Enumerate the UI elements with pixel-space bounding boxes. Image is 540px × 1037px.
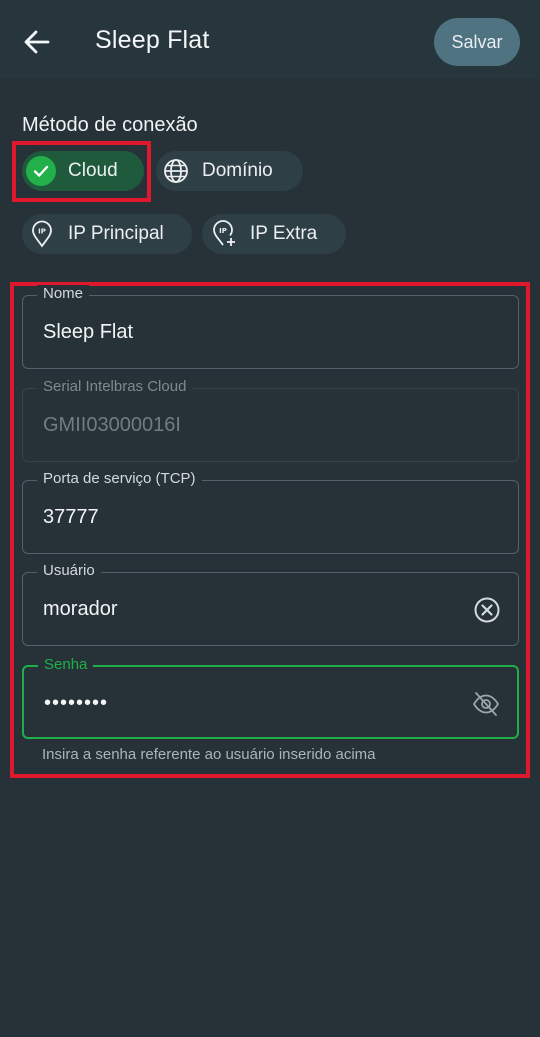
name-field-label: Nome — [37, 285, 90, 302]
chip-ip-principal-label: IP Principal — [68, 223, 164, 244]
name-field-value: Sleep Flat — [43, 321, 134, 343]
password-field[interactable]: Senha •••••••• — [22, 656, 519, 739]
chip-dominio[interactable]: Domínio — [156, 151, 303, 191]
password-field-value: •••••••• — [44, 692, 109, 714]
chip-ip-extra-label: IP Extra — [250, 223, 318, 244]
port-field[interactable]: Porta de serviço (TCP) 37777 — [22, 470, 519, 554]
user-field-value: morador — [43, 598, 118, 620]
name-field[interactable]: Nome Sleep Flat — [22, 285, 519, 369]
chip-ip-extra[interactable]: IP IP Extra — [202, 214, 346, 254]
serial-field: Serial Intelbras Cloud GMII03000016I — [22, 378, 519, 462]
save-button[interactable]: Salvar — [434, 18, 520, 66]
clear-icon[interactable] — [472, 595, 502, 625]
chip-ip-principal[interactable]: IP IP Principal — [22, 214, 192, 254]
check-icon — [26, 156, 56, 186]
chip-cloud-label: Cloud — [68, 160, 118, 181]
svg-text:IP: IP — [38, 228, 46, 236]
eye-off-icon[interactable] — [471, 689, 501, 719]
password-helper-text: Insira a senha referente ao usuário inse… — [42, 746, 376, 763]
svg-text:IP: IP — [219, 227, 227, 235]
connection-method-label: Método de conexão — [22, 114, 198, 136]
app-bar: Sleep Flat Salvar — [0, 0, 540, 78]
page-title: Sleep Flat — [95, 26, 210, 54]
serial-field-value: GMII03000016I — [43, 414, 181, 436]
ip-pin-icon: IP — [28, 220, 56, 248]
globe-icon — [162, 157, 190, 185]
user-field-label: Usuário — [37, 562, 101, 579]
serial-field-label: Serial Intelbras Cloud — [37, 378, 193, 395]
chip-dominio-label: Domínio — [202, 160, 273, 181]
password-field-label: Senha — [38, 656, 94, 673]
arrow-left-icon — [24, 30, 50, 54]
back-button[interactable] — [18, 24, 56, 60]
chip-cloud[interactable]: Cloud — [22, 151, 144, 191]
port-field-value: 37777 — [43, 506, 99, 528]
port-field-label: Porta de serviço (TCP) — [37, 470, 202, 487]
user-field[interactable]: Usuário morador — [22, 562, 519, 646]
ip-pin-plus-icon: IP — [210, 220, 238, 248]
